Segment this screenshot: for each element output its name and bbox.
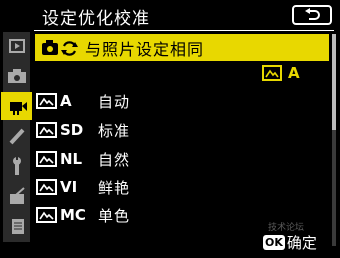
- tab-movie-shooting[interactable]: [1, 92, 32, 120]
- option-label: 与照片设定相同: [85, 39, 205, 59]
- picture-control-label: 单色: [98, 206, 131, 225]
- movie-icon: [9, 102, 27, 115]
- tab-playback[interactable]: [3, 32, 30, 60]
- picture-control-icon: [36, 93, 57, 109]
- pencil-icon: [9, 128, 24, 145]
- title-divider: [34, 30, 334, 31]
- camera-sync-icon: [42, 39, 78, 56]
- retouch-icon: [9, 187, 25, 204]
- picture-control-code: VI: [60, 178, 78, 196]
- picture-control-code: NL: [60, 150, 83, 168]
- ok-key-icon: OK: [263, 235, 285, 250]
- current-picture-control-value: A: [288, 64, 300, 82]
- return-icon: [305, 8, 320, 20]
- list-item-standard[interactable]: SD 标准: [36, 119, 130, 141]
- back-button[interactable]: [292, 5, 332, 25]
- option-same-as-photo[interactable]: 与照片设定相同: [35, 34, 329, 61]
- list-item-auto[interactable]: A 自动: [36, 90, 130, 112]
- picture-control-label: 自然: [98, 150, 131, 169]
- wrench-icon: [12, 156, 21, 175]
- tab-photo-shooting[interactable]: [3, 62, 30, 90]
- picture-control-code: MC: [60, 206, 86, 224]
- picture-control-label: 自动: [98, 92, 131, 111]
- scrollbar-thumb[interactable]: [332, 34, 336, 130]
- my-menu-icon: [11, 219, 24, 234]
- picture-control-code: A: [60, 92, 72, 110]
- list-item-neutral[interactable]: NL 自然: [36, 148, 130, 170]
- tab-setup[interactable]: [3, 152, 30, 180]
- tab-retouch[interactable]: [3, 182, 30, 210]
- picture-control-icon: [36, 179, 57, 195]
- picture-control-icon: [36, 151, 57, 167]
- tab-custom-settings[interactable]: [3, 122, 30, 150]
- camera-icon: [7, 69, 26, 83]
- picture-control-icon: [262, 65, 282, 81]
- picture-control-code: SD: [60, 121, 84, 139]
- picture-control-icon: [36, 207, 57, 223]
- current-picture-control: A: [262, 64, 300, 82]
- page-title: 设定优化校准: [42, 9, 150, 29]
- picture-control-icon: [36, 122, 57, 138]
- list-item-monochrome[interactable]: MC 单色: [36, 204, 130, 226]
- picture-control-label: 鲜艳: [98, 178, 131, 197]
- picture-control-label: 标准: [98, 121, 131, 140]
- scrollbar[interactable]: [332, 34, 336, 246]
- list-item-vivid[interactable]: VI 鲜艳: [36, 176, 130, 198]
- tab-my-menu[interactable]: [3, 212, 30, 240]
- ok-label: 确定: [286, 234, 317, 252]
- menu-tab-strip: [1, 32, 32, 242]
- ok-confirm-hint[interactable]: OK 确定: [263, 232, 317, 253]
- playback-icon: [8, 39, 25, 53]
